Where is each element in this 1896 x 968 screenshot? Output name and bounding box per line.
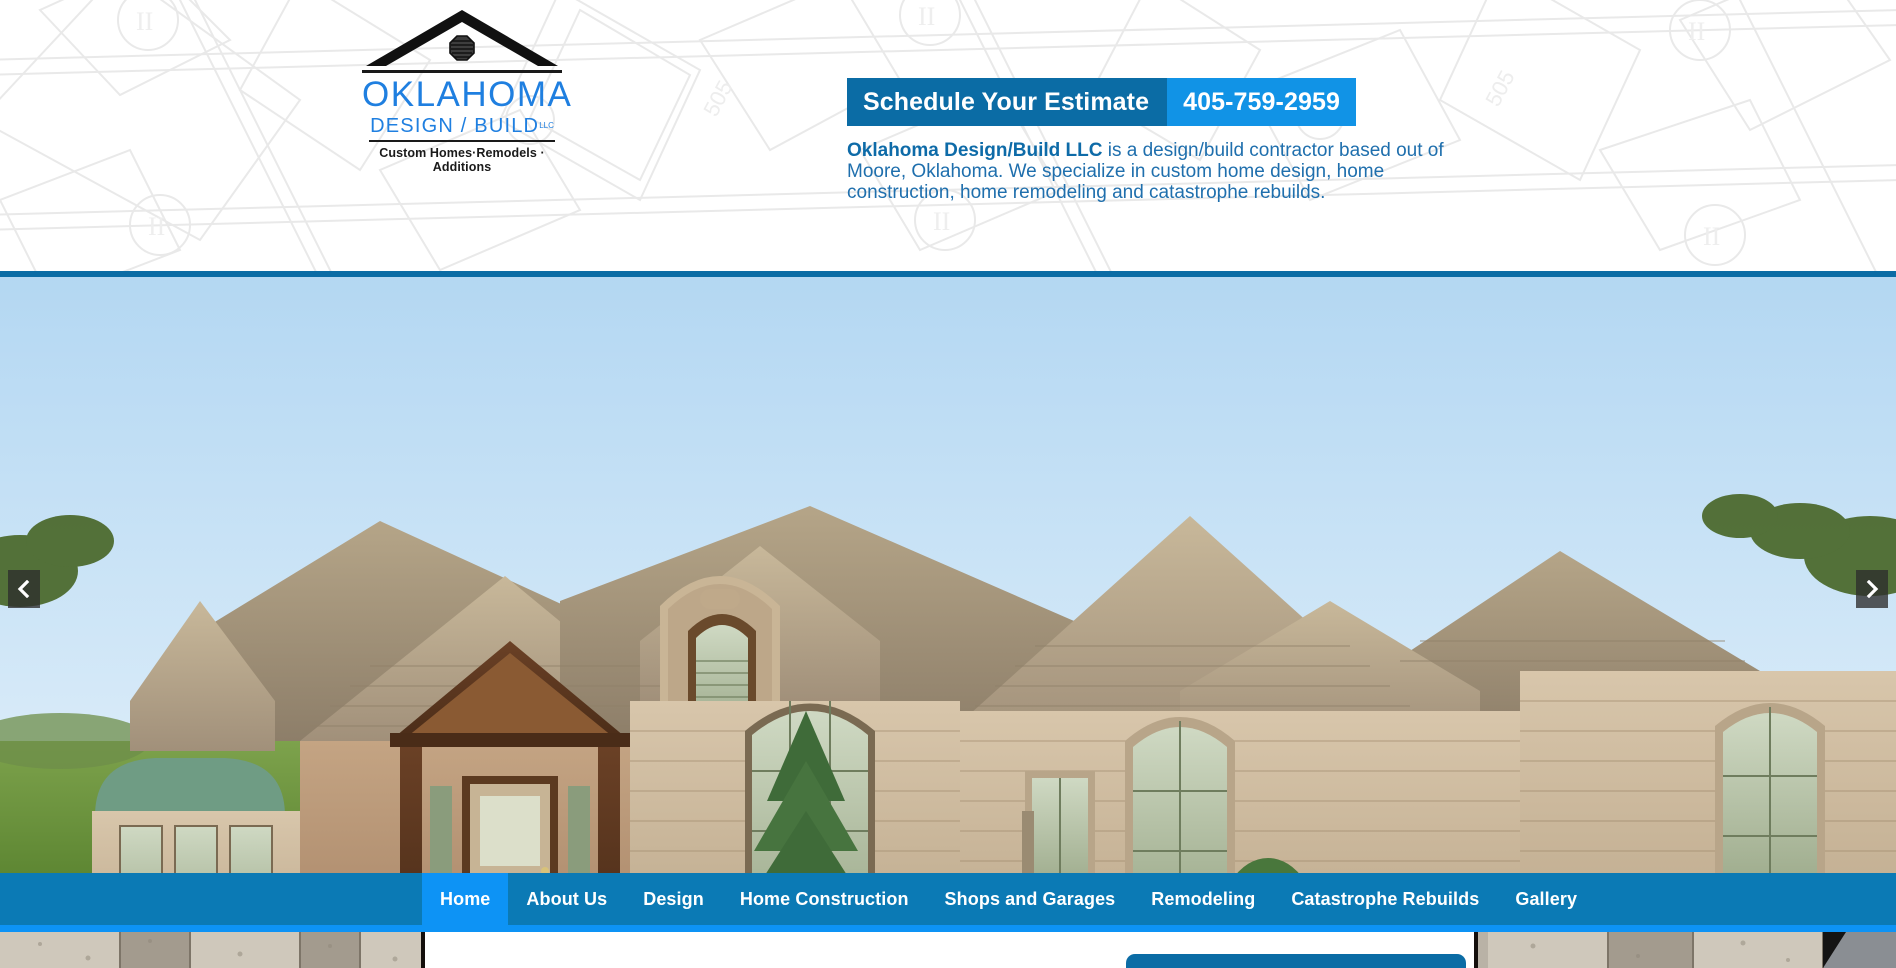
nav-item-label: Shops and Garages bbox=[944, 888, 1116, 909]
svg-text:505: 505 bbox=[1480, 66, 1519, 110]
svg-text:II: II bbox=[148, 212, 165, 241]
site-header: II II II II II II 505 505 OKLAHOMA DESIG… bbox=[0, 0, 1896, 271]
nav-left-spacer bbox=[0, 873, 422, 925]
schedule-estimate-label: Schedule Your Estimate bbox=[847, 78, 1168, 126]
intro-paragraph: Oklahoma Design/Build LLC is a design/bu… bbox=[847, 140, 1467, 203]
nav-item-label: Home Construction bbox=[739, 888, 909, 909]
nav-item-design[interactable]: Design bbox=[625, 873, 722, 925]
nav-item-label: Design bbox=[643, 888, 704, 909]
nav-item-home-construction[interactable]: Home Construction bbox=[722, 873, 927, 925]
nav-item-label: Gallery bbox=[1515, 888, 1578, 909]
svg-text:II: II bbox=[918, 2, 935, 31]
stone-texture-right bbox=[1478, 932, 1896, 968]
nav-item-remodeling[interactable]: Remodeling bbox=[1133, 873, 1273, 925]
nav-item-catastrophe-rebuilds[interactable]: Catastrophe Rebuilds bbox=[1273, 873, 1497, 925]
nav-item-label: Home bbox=[440, 888, 491, 909]
stone-texture-left bbox=[0, 932, 425, 968]
logo-subtitle: DESIGN / BUILD bbox=[370, 115, 540, 137]
svg-text:II: II bbox=[933, 207, 950, 236]
page-body-top-strip bbox=[0, 925, 1896, 968]
svg-text:505: 505 bbox=[698, 76, 737, 120]
body-accent-bar bbox=[0, 925, 1896, 932]
svg-text:II: II bbox=[1703, 222, 1720, 251]
nav-item-label: Remodeling bbox=[1151, 888, 1256, 909]
chevron-right-icon bbox=[1866, 580, 1879, 598]
logo-tagline: Custom Homes·Remodels · Additions bbox=[379, 146, 545, 174]
phone-number[interactable]: 405-759-2959 bbox=[1167, 78, 1356, 126]
house-roof-vent-icon bbox=[362, 8, 562, 70]
logo-company-name: OKLAHOMA bbox=[362, 75, 573, 114]
hero-carousel[interactable] bbox=[0, 271, 1896, 873]
nav-item-about-us[interactable]: About Us bbox=[508, 873, 625, 925]
logo-llc-suffix: LLC bbox=[539, 121, 554, 130]
logo-divider-bottom bbox=[369, 140, 555, 142]
logo-divider-top bbox=[362, 70, 562, 73]
svg-text:II: II bbox=[1688, 17, 1705, 46]
nav-item-shops-and-garages[interactable]: Shops and Garages bbox=[927, 873, 1134, 925]
schedule-estimate-banner[interactable]: Schedule Your Estimate 405-759-2959 bbox=[847, 78, 1356, 126]
nav-item-home[interactable]: Home bbox=[422, 873, 509, 925]
logo-subtitle-row: DESIGN / BUILDLLC bbox=[362, 115, 562, 138]
hero-house-photo bbox=[0, 271, 1896, 873]
chevron-left-icon bbox=[17, 580, 30, 598]
nav-item-gallery[interactable]: Gallery bbox=[1497, 873, 1595, 925]
site-logo[interactable]: OKLAHOMA DESIGN / BUILDLLC Custom Homes·… bbox=[362, 8, 573, 174]
carousel-prev-button[interactable] bbox=[8, 570, 40, 608]
nav-item-label: Catastrophe Rebuilds bbox=[1291, 888, 1480, 909]
main-navigation[interactable]: Home About Us Design Home Construction S… bbox=[0, 873, 1896, 925]
blueprint-watermark-background: II II II II II II 505 505 bbox=[0, 0, 1896, 271]
cta-button[interactable] bbox=[1126, 954, 1466, 968]
nav-item-label: About Us bbox=[526, 888, 608, 909]
svg-text:II: II bbox=[136, 7, 153, 36]
intro-company-name: Oklahoma Design/Build LLC bbox=[847, 140, 1103, 161]
carousel-next-button[interactable] bbox=[1856, 570, 1888, 608]
hero-top-divider bbox=[0, 271, 1896, 277]
